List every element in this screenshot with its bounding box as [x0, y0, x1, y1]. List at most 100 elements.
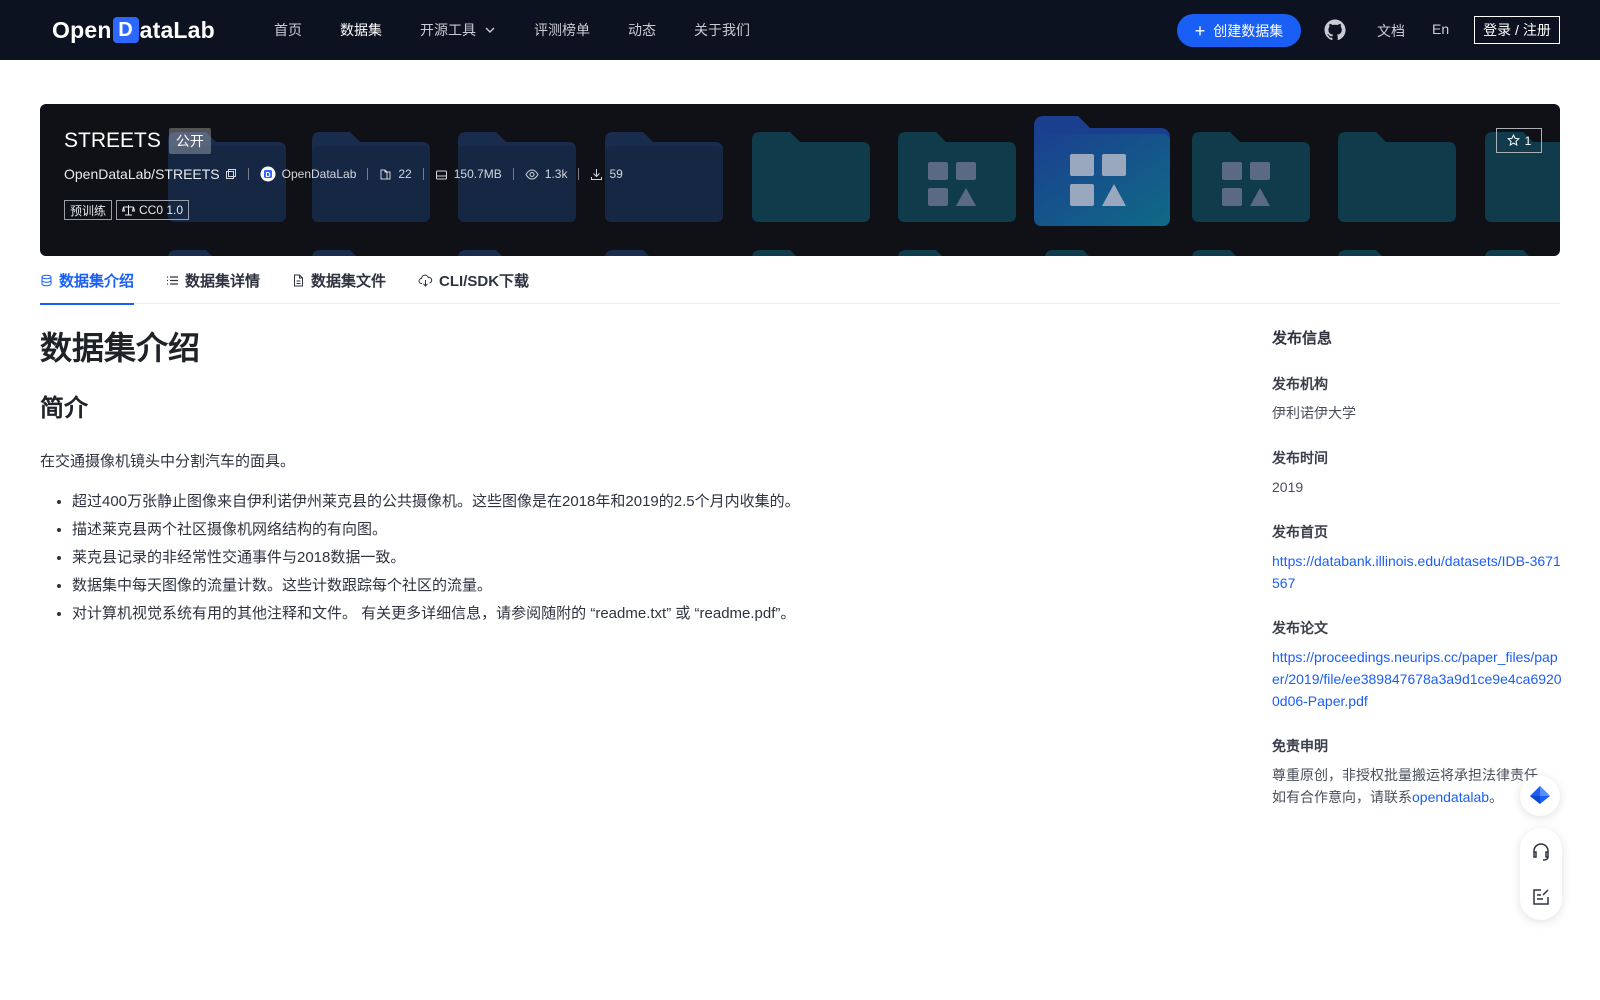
contact-link[interactable]: opendatalab	[1412, 789, 1489, 805]
customer-service-button[interactable]	[1525, 835, 1557, 867]
list-item: 对计算机视觉系统有用的其他注释和文件。 有关更多详细信息，请参阅随附的 “rea…	[72, 600, 1140, 628]
sidebar-title: 发布信息	[1272, 330, 1333, 347]
download-icon	[591, 168, 603, 180]
dataset-title-row: STREETS 公开	[64, 128, 211, 154]
paper-field: 发布论文 https://proceedings.neurips.cc/pape…	[1272, 618, 1562, 712]
opendatalab-logo[interactable]: Open D ataLab	[52, 14, 215, 46]
nav-open-source-tools[interactable]: 开源工具	[420, 20, 496, 40]
banner-folder-icon	[1338, 132, 1456, 222]
nav-leaderboard[interactable]: 评测榜单	[534, 20, 590, 40]
support-float-group	[1520, 828, 1562, 920]
tab-cli-sdk-download-label: CLI/SDK下载	[439, 272, 530, 290]
star-icon	[1506, 134, 1520, 146]
tag-pretraining[interactable]: 预训练	[64, 200, 113, 220]
disclaimer-field: 免责申明 尊重原创，非授权批量搬运将承担法律责任。 如有合作意向，请联系open…	[1272, 736, 1562, 808]
tab-dataset-details-label: 数据集详情	[185, 272, 261, 290]
publisher-avatar-icon: D	[260, 166, 276, 182]
dataset-meta-row: OpenDataLab/STREETS D OpenDataLab 22 150…	[64, 166, 623, 182]
publisher[interactable]: D OpenDataLab	[260, 166, 356, 182]
feature-list: 超过400万张静止图像来自伊利诺伊州莱克县的公共摄像机。这些图像是在2018年和…	[40, 488, 1140, 628]
dataset-intro-content: 数据集介绍 简介 在交通摄像机镜头中分割汽车的面具。 超过400万张静止图像来自…	[40, 326, 1140, 628]
main-menu: 首页 数据集 开源工具 评测榜单 动态 关于我们	[274, 0, 788, 60]
meta-divider	[578, 168, 580, 180]
disclaimer-label: 免责申明	[1272, 738, 1328, 754]
top-navigation: Open D ataLab 首页 数据集 开源工具 评测榜单 动态 关于我们 +…	[0, 0, 1600, 60]
homepage-link[interactable]: https://databank.illinois.edu/datasets/I…	[1272, 553, 1561, 591]
dataset-name: STREETS	[64, 129, 161, 152]
paper-value: https://proceedings.neurips.cc/paper_fil…	[1272, 646, 1562, 712]
file-count-value: 22	[398, 167, 412, 181]
tab-cli-sdk-download[interactable]: CLI/SDK下载	[418, 256, 529, 304]
file-icon	[294, 274, 304, 286]
meta-divider	[247, 168, 249, 180]
banner-highlight-folder-icon	[1034, 116, 1170, 226]
star-count: 1	[1524, 133, 1532, 148]
page-title: 数据集介绍	[40, 330, 201, 366]
list-item: 超过400万张静止图像来自伊利诺伊州莱克县的公共摄像机。这些图像是在2018年和…	[72, 488, 1140, 516]
disclaimer-line-1: 尊重原创，非授权批量搬运将承担法律责任。	[1272, 767, 1552, 783]
feedback-button[interactable]	[1525, 881, 1557, 913]
publish-time-field: 发布时间 2019	[1272, 448, 1562, 498]
language-switch[interactable]: En	[1432, 21, 1449, 37]
nav-open-source-tools-label: 开源工具	[420, 22, 476, 38]
download-count: 59	[590, 167, 623, 181]
banner-folder-icon	[898, 132, 1016, 222]
paper-link[interactable]: https://proceedings.neurips.cc/paper_fil…	[1272, 649, 1562, 709]
docs-link[interactable]: 文档	[1377, 21, 1405, 41]
files-icon	[380, 169, 391, 179]
assistant-float-button[interactable]	[1520, 776, 1560, 816]
copy-icon[interactable]	[225, 168, 237, 180]
homepage-value: https://databank.illinois.edu/datasets/I…	[1272, 550, 1562, 594]
star-button[interactable]: 1	[1496, 128, 1542, 153]
login-register-button[interactable]: 登录 / 注册	[1474, 16, 1560, 44]
nav-news[interactable]: 动态	[628, 20, 656, 40]
list-item: 描述莱克县两个社区摄像机网络结构的有向图。	[72, 516, 1140, 544]
meta-divider	[367, 168, 369, 180]
file-count: 22	[379, 167, 412, 181]
eye-icon	[525, 168, 539, 180]
view-count: 1.3k	[525, 167, 568, 181]
publish-time-label: 发布时间	[1272, 450, 1328, 466]
storage-icon	[435, 170, 447, 179]
disclaimer-line-2-pre: 如有合作意向，请联系	[1272, 789, 1412, 805]
plus-icon: +	[1194, 20, 1206, 41]
tab-dataset-files-label: 数据集文件	[311, 272, 387, 290]
logo-text-atalab: ataLab	[139, 16, 215, 43]
view-count-value: 1.3k	[544, 167, 568, 181]
tab-dataset-files[interactable]: 数据集文件	[292, 256, 386, 304]
homepage-label: 发布首页	[1272, 524, 1328, 540]
repo-path-text: OpenDataLab/STREETS	[64, 166, 220, 182]
tag-license[interactable]: CC0 1.0	[116, 200, 190, 220]
list-icon	[167, 275, 179, 285]
meta-divider	[422, 168, 424, 180]
github-icon[interactable]	[1323, 18, 1347, 42]
disclaimer-line-2-post: 。	[1489, 789, 1504, 805]
create-dataset-button[interactable]: + 创建数据集	[1177, 14, 1301, 47]
nav-about[interactable]: 关于我们	[694, 20, 750, 40]
banner-folder-icon	[752, 132, 870, 222]
section-heading: 简介	[40, 395, 88, 422]
list-item: 莱克县记录的非经常性交通事件与2018数据一致。	[72, 544, 1140, 572]
nav-datasets[interactable]: 数据集	[340, 20, 382, 40]
publish-time-value: 2019	[1272, 479, 1304, 495]
dataset-tags: 预训练 CC0 1.0	[64, 200, 193, 220]
scale-icon	[122, 205, 136, 216]
download-count-value: 59	[609, 167, 623, 181]
logo-d-mark: D	[112, 17, 139, 43]
license-name: CC0 1.0	[139, 203, 184, 217]
database-icon	[41, 274, 52, 286]
dataset-size: 150.7MB	[435, 167, 502, 181]
edit-note-icon	[1533, 889, 1549, 905]
cloud-download-icon	[418, 274, 433, 287]
publisher-value: 伊利诺伊大学	[1272, 405, 1356, 421]
tab-dataset-details[interactable]: 数据集详情	[166, 256, 260, 304]
logo-text-open: Open	[52, 16, 112, 43]
repo-path[interactable]: OpenDataLab/STREETS	[64, 166, 237, 182]
disclaimer-text: 尊重原创，非授权批量搬运将承担法律责任。 如有合作意向，请联系opendatal…	[1272, 764, 1562, 808]
tab-dataset-intro[interactable]: 数据集介绍	[40, 256, 135, 305]
dataset-banner: STREETS 公开 OpenDataLab/STREETS D OpenDat…	[40, 104, 1560, 256]
tab-dataset-intro-label: 数据集介绍	[59, 272, 135, 290]
nav-home[interactable]: 首页	[274, 20, 302, 40]
publish-info-sidebar: 发布信息 发布机构 伊利诺伊大学 发布时间 2019 发布首页 https://…	[1272, 328, 1562, 808]
dataset-size-value: 150.7MB	[453, 167, 502, 181]
